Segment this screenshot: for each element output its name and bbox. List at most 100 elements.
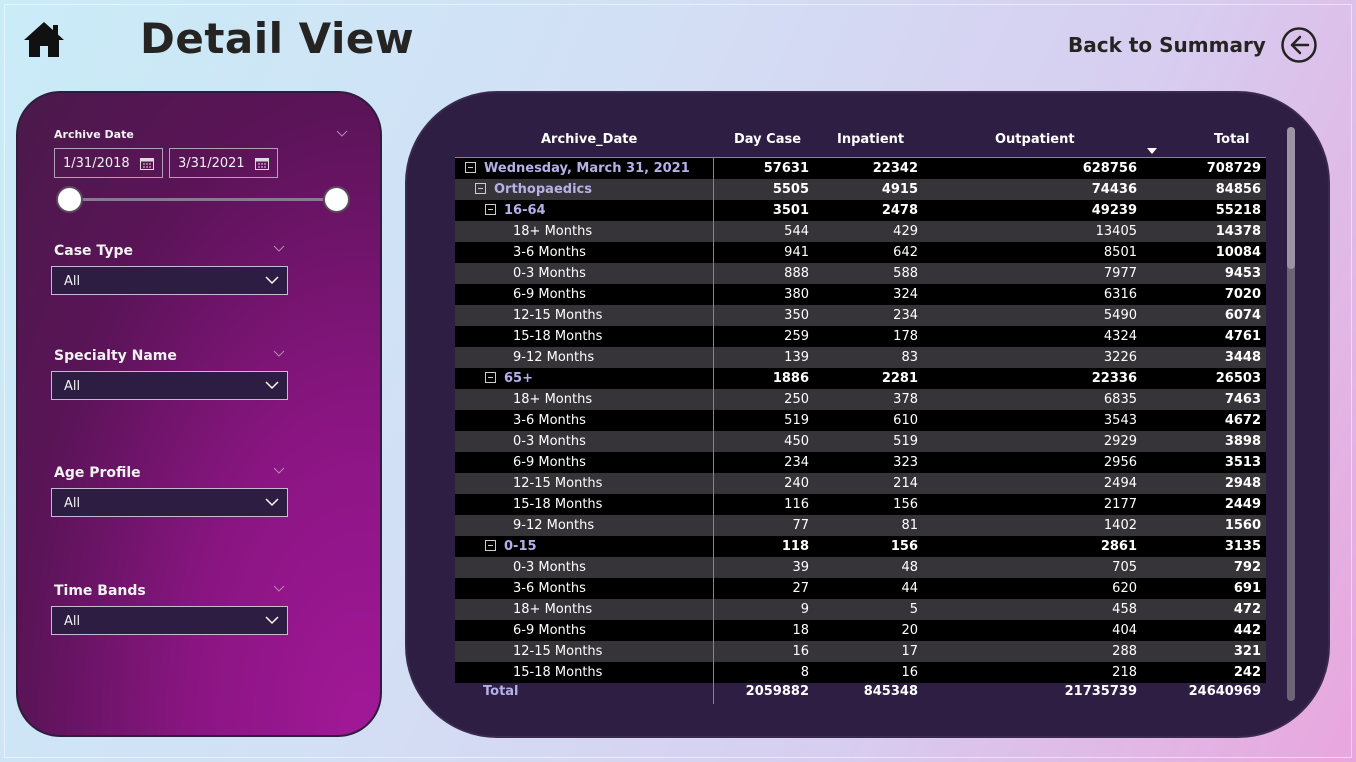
total-cell: 14378: [1215, 224, 1261, 239]
collapse-icon[interactable]: [475, 183, 486, 194]
day-case-cell: 1886: [772, 371, 809, 386]
age-profile-value: All: [64, 496, 81, 511]
column-header-outpatient[interactable]: Outpatient: [995, 132, 1075, 147]
age-profile-dropdown[interactable]: All: [51, 488, 288, 517]
day-case-cell: 18: [792, 623, 809, 638]
column-header-archive-date[interactable]: Archive_Date: [541, 132, 637, 147]
end-date-input[interactable]: 3/31/2021: [169, 148, 278, 178]
inpatient-cell: 156: [893, 497, 918, 512]
chevron-down-icon[interactable]: [273, 245, 285, 253]
day-case-cell: 5505: [772, 182, 809, 197]
date-range-start-handle[interactable]: [56, 186, 83, 213]
sort-descending-icon[interactable]: [1147, 148, 1157, 154]
end-date-value: 3/31/2021: [178, 155, 245, 171]
row-label: 9-12 Months: [513, 350, 594, 365]
case-type-dropdown[interactable]: All: [51, 266, 288, 295]
matrix-row: 15-18 Months 116 156 2177 2449: [455, 494, 1266, 515]
collapse-icon[interactable]: [465, 162, 476, 173]
row-label: 18+ Months: [513, 602, 592, 617]
total-cell: 84856: [1215, 182, 1261, 197]
inpatient-cell: 156: [890, 539, 918, 554]
row-label: 0-15: [485, 539, 537, 554]
matrix-row: 12-15 Months 16 17 288 321: [455, 641, 1266, 662]
back-to-summary-label: Back to Summary: [1068, 33, 1266, 57]
vertical-scrollbar[interactable]: [1287, 127, 1295, 701]
home-icon[interactable]: [22, 20, 66, 60]
calendar-icon[interactable]: [255, 157, 269, 170]
day-case-cell: 350: [784, 308, 809, 323]
inpatient-cell: 22342: [872, 161, 918, 176]
case-type-value: All: [64, 274, 81, 289]
matrix-row: 0-3 Months 39 48 705 792: [455, 557, 1266, 578]
outpatient-cell: 2956: [1103, 455, 1137, 470]
outpatient-cell: 22336: [1091, 371, 1137, 386]
row-label-text: 3-6 Months: [513, 245, 586, 260]
matrix-row: 9-12 Months 139 83 3226 3448: [455, 347, 1266, 368]
start-date-input[interactable]: 1/31/2018: [54, 148, 163, 178]
row-label-text: 12-15 Months: [513, 308, 603, 323]
collapse-icon[interactable]: [485, 372, 496, 383]
row-label-text: 6-9 Months: [513, 623, 586, 638]
matrix-panel: Archive_Date Day Case Inpatient Outpatie…: [405, 91, 1330, 738]
row-label: 0-3 Months: [513, 560, 586, 575]
day-case-cell: 116: [784, 497, 809, 512]
collapse-icon[interactable]: [485, 540, 496, 551]
inpatient-cell: 17: [901, 644, 918, 659]
specialty-name-label: Specialty Name: [54, 348, 177, 364]
total-outpatient: 21735739: [1064, 684, 1137, 699]
outpatient-cell: 288: [1112, 644, 1137, 659]
collapse-icon[interactable]: [485, 204, 496, 215]
outpatient-cell: 218: [1112, 665, 1137, 680]
inpatient-cell: 16: [901, 665, 918, 680]
total-cell: 6074: [1224, 308, 1261, 323]
date-range-end-handle[interactable]: [323, 186, 350, 213]
chevron-down-icon[interactable]: [336, 130, 348, 138]
row-label: 16-64: [485, 203, 546, 218]
day-case-cell: 240: [784, 476, 809, 491]
outpatient-cell: 705: [1112, 560, 1137, 575]
row-label: 3-6 Months: [513, 245, 586, 260]
inpatient-cell: 214: [893, 476, 918, 491]
back-to-summary-button[interactable]: Back to Summary: [1068, 26, 1318, 64]
total-cell: 691: [1233, 581, 1261, 596]
row-label-text: 3-6 Months: [513, 413, 586, 428]
day-case-cell: 941: [784, 245, 809, 260]
outpatient-cell: 74436: [1091, 182, 1137, 197]
day-case-cell: 16: [792, 644, 809, 659]
total-cell: 708729: [1206, 161, 1261, 176]
matrix-row: 3-6 Months 941 642 8501 10084: [455, 242, 1266, 263]
inpatient-cell: 323: [893, 455, 918, 470]
total-cell: 321: [1233, 644, 1261, 659]
outpatient-cell: 49239: [1091, 203, 1137, 218]
outpatient-cell: 458: [1112, 602, 1137, 617]
matrix-row: 9-12 Months 77 81 1402 1560: [455, 515, 1266, 536]
row-label: 6-9 Months: [513, 455, 586, 470]
total-cell: 472: [1233, 602, 1261, 617]
chevron-down-icon[interactable]: [273, 585, 285, 593]
matrix-group-row: 16-64 3501 2478 49239 55218: [455, 200, 1266, 221]
archive-date-label: Archive Date: [54, 128, 134, 141]
column-header-day-case[interactable]: Day Case: [734, 132, 801, 147]
total-cell: 4672: [1224, 413, 1261, 428]
row-label-text: 18+ Months: [513, 392, 593, 407]
total-label: Total: [483, 684, 519, 699]
total-cell: 1560: [1224, 518, 1261, 533]
scrollbar-thumb[interactable]: [1287, 127, 1295, 269]
row-label-text: Wednesday, March 31, 2021: [484, 161, 690, 176]
specialty-name-dropdown[interactable]: All: [51, 371, 288, 400]
date-range-slider-track[interactable]: [70, 198, 337, 201]
chevron-down-icon[interactable]: [273, 467, 285, 475]
row-label: 15-18 Months: [513, 329, 602, 344]
chevron-down-icon: [265, 276, 279, 285]
time-bands-dropdown[interactable]: All: [51, 606, 288, 635]
row-label-text: 9-12 Months: [513, 350, 595, 365]
chevron-down-icon[interactable]: [273, 350, 285, 358]
matrix-row: 15-18 Months 8 16 218 242: [455, 662, 1266, 683]
column-header-inpatient[interactable]: Inpatient: [837, 132, 904, 147]
column-header-total[interactable]: Total: [1214, 132, 1250, 147]
total-cell: 3135: [1224, 539, 1261, 554]
row-label: 12-15 Months: [513, 308, 602, 323]
row-label-text: 0-3 Months: [513, 560, 586, 575]
inpatient-cell: 81: [901, 518, 918, 533]
calendar-icon[interactable]: [140, 157, 154, 170]
